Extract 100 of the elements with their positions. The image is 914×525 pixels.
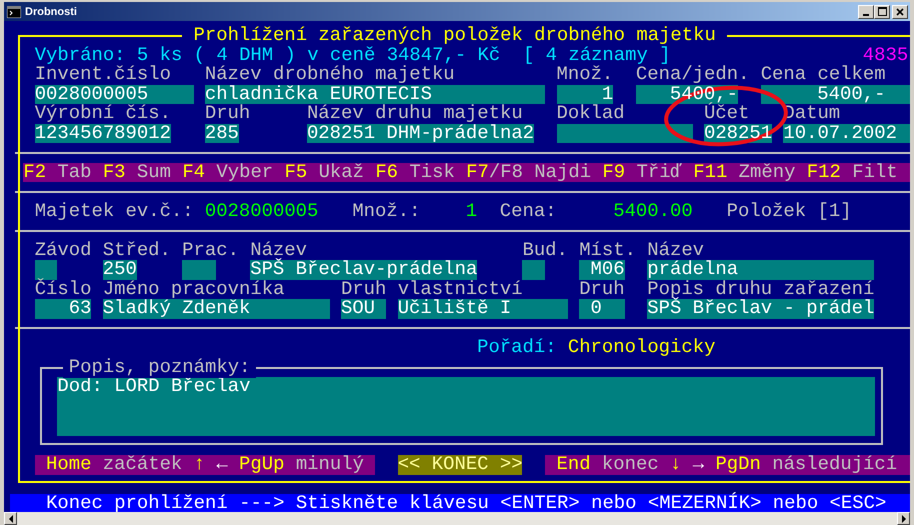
order-value: Chronologicky xyxy=(568,338,716,358)
total-value: 1 xyxy=(466,202,478,221)
order-label: Pořadí: xyxy=(477,338,557,358)
selection-summary: Vybráno: 5 ks ( 4 DHM ) v ceně 34847,- Kč [ 4 záznamy ] xyxy=(34,46,671,65)
notes-title: Popis, poznámky: xyxy=(63,358,256,378)
screen-heading: Prohlížení zařazených položek drobného majetku xyxy=(182,26,728,46)
value-field: chladnička EUROTECIS xyxy=(204,84,546,104)
value-field: 1 xyxy=(556,84,614,104)
value-field: prádelna xyxy=(647,260,874,280)
field-label: Účet xyxy=(704,104,750,124)
function-key[interactable]: F7 xyxy=(466,162,489,182)
function-label: Tisk xyxy=(409,162,455,182)
field-label: Jméno pracovníka xyxy=(102,280,284,299)
field-label: Druh xyxy=(579,280,625,299)
function-key[interactable]: F4 xyxy=(182,162,206,182)
right-arrow-icon xyxy=(900,514,906,522)
shortcut-key[interactable]: ← xyxy=(216,455,228,474)
minimize-icon xyxy=(863,14,869,16)
field-label: Prac. xyxy=(182,240,239,260)
field-label: Míst. xyxy=(579,240,636,260)
function-key[interactable]: F5 xyxy=(284,162,308,182)
close-icon xyxy=(896,8,904,16)
value-field: 0028000005 xyxy=(34,84,194,104)
function-key[interactable]: F3 xyxy=(102,162,126,182)
scroll-left-button[interactable] xyxy=(4,512,17,525)
function-key[interactable]: F12 xyxy=(806,162,841,182)
field-label: Název xyxy=(647,240,704,260)
value-field xyxy=(522,260,546,280)
shortcut-label: následující xyxy=(772,455,898,474)
function-label: /F8 Najdi xyxy=(488,162,592,182)
shortcut-key[interactable]: ↓ xyxy=(670,455,682,474)
total-label: Množ.: xyxy=(352,202,420,221)
field-label: vlastnictví xyxy=(398,280,523,299)
function-label: Vyber xyxy=(216,162,274,182)
field-label: Druh xyxy=(340,280,386,299)
end-button[interactable]: << KONEC >> xyxy=(398,455,522,474)
field-label: Druh xyxy=(204,104,250,124)
field-label: Název drobného majetku xyxy=(204,65,455,84)
value-field: SPŠ Břeclav-prádelna xyxy=(250,260,478,280)
field-label: Cena/jedn. xyxy=(636,65,750,84)
field-label: Cena celkem xyxy=(760,65,886,84)
field-label: Popis druhu zařazení xyxy=(647,280,874,299)
field-label: Závod xyxy=(34,240,92,260)
record-counter: 4835 xyxy=(862,46,908,65)
function-label: Filt xyxy=(852,162,898,182)
function-key[interactable]: F11 xyxy=(693,162,728,182)
shortcut-key[interactable]: → xyxy=(692,455,704,474)
notes-field: Dod: LORD Břeclav xyxy=(57,377,875,436)
field-label: Množ. xyxy=(556,65,614,84)
value-field xyxy=(182,260,216,280)
value-field: 285 xyxy=(204,124,239,143)
shortcut-key[interactable]: ↑ xyxy=(194,455,205,474)
shortcut-label: konec xyxy=(602,455,659,474)
close-button[interactable] xyxy=(892,4,908,18)
left-arrow-icon xyxy=(8,514,14,522)
value-field: 250 xyxy=(102,260,137,280)
field-label: Invent.číslo xyxy=(34,65,171,84)
console-icon xyxy=(7,6,21,18)
function-label: Ukaž xyxy=(318,162,364,182)
field-label: Doklad xyxy=(556,104,625,124)
shortcut-label: minulý xyxy=(296,455,364,474)
function-label: Sum xyxy=(136,162,171,182)
field-label: Číslo xyxy=(34,280,92,299)
function-label: Změny xyxy=(738,162,796,182)
function-key[interactable]: F2 xyxy=(23,162,46,182)
total-value: 0028000005 xyxy=(204,202,318,221)
horizontal-scrollbar[interactable] xyxy=(4,512,910,525)
shortcut-key[interactable]: End xyxy=(556,455,591,474)
value-field xyxy=(34,260,58,280)
function-key[interactable]: F9 xyxy=(602,162,626,182)
value-field: Učiliště I xyxy=(398,299,568,318)
function-key[interactable]: F6 xyxy=(375,162,398,182)
maximize-icon xyxy=(878,7,886,16)
value-field: 0 xyxy=(579,299,625,318)
shortcut-key[interactable]: PgDn xyxy=(715,455,761,474)
shortcut-key[interactable]: PgUp xyxy=(239,455,284,474)
value-field: 028251 DHM-prádelna2 xyxy=(306,124,534,143)
maximize-button[interactable] xyxy=(874,4,890,18)
function-label: Tab xyxy=(57,162,92,182)
shortcut-label: začátek xyxy=(102,455,182,474)
function-label: Třiď xyxy=(636,162,682,182)
value-field: Sladký Zdeněk xyxy=(102,299,330,318)
minimize-button[interactable] xyxy=(858,4,874,18)
field-label: Střed. xyxy=(102,240,171,260)
status-message: Konec prohlížení ---> Stiskněte klávesu <ENTER> nebo <MEZERNÍK> nebo <ESC> xyxy=(46,492,886,514)
value-field: 63 xyxy=(34,299,92,318)
value-field: SOU xyxy=(340,299,386,318)
window-title: Drobnosti xyxy=(25,6,77,18)
value-field: 123456789012 xyxy=(34,124,171,143)
total-value: 5400.00 xyxy=(613,202,693,221)
scroll-right-button[interactable] xyxy=(897,512,910,525)
total-label: Majetek ev.č.: xyxy=(34,202,194,221)
field-label: Název druhu majetku xyxy=(306,104,523,124)
field-label: Bud. xyxy=(522,240,568,260)
value-field: 10.07.2002 xyxy=(783,124,910,143)
value-field: SPŠ Břeclav - prádel xyxy=(647,299,874,318)
total-label: Cena: xyxy=(500,202,557,221)
value-field: M06 xyxy=(579,260,625,280)
total-label: Položek [1] xyxy=(726,202,852,221)
shortcut-key[interactable]: Home xyxy=(46,455,92,474)
